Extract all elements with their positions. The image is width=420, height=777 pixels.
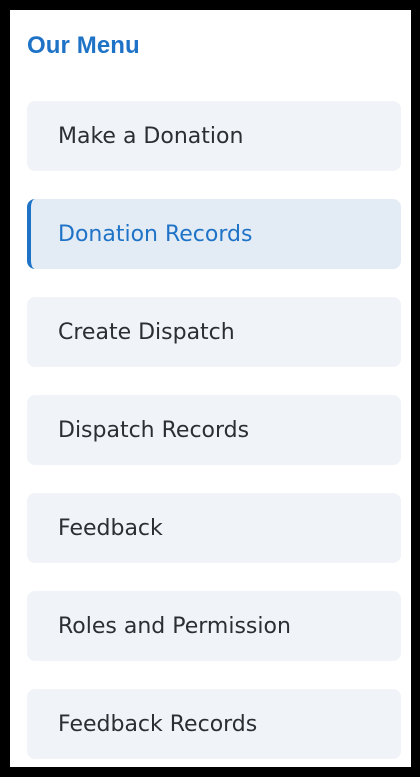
menu-item-dispatch-records[interactable]: Dispatch Records (27, 395, 401, 465)
menu-item-label: Create Dispatch (58, 319, 235, 345)
menu-item-create-dispatch[interactable]: Create Dispatch (27, 297, 401, 367)
menu-item-make-a-donation[interactable]: Make a Donation (27, 101, 401, 171)
menu-item-roles-and-permission[interactable]: Roles and Permission (27, 591, 401, 661)
menu-item-donation-records[interactable]: Donation Records (27, 199, 401, 269)
menu-item-feedback-records[interactable]: Feedback Records (27, 689, 401, 759)
menu-item-label: Feedback Records (58, 711, 258, 737)
menu-item-feedback[interactable]: Feedback (27, 493, 401, 563)
menu-item-label: Donation Records (58, 221, 253, 247)
menu-item-label: Roles and Permission (58, 613, 291, 639)
menu-item-label: Dispatch Records (58, 417, 250, 443)
menu-list: Make a Donation Donation Records Create … (27, 101, 401, 767)
menu-item-label: Make a Donation (58, 123, 244, 149)
menu-title: Our Menu (27, 32, 140, 59)
menu-item-label: Feedback (58, 515, 163, 541)
menu-panel: Our Menu Make a Donation Donation Record… (10, 10, 411, 767)
